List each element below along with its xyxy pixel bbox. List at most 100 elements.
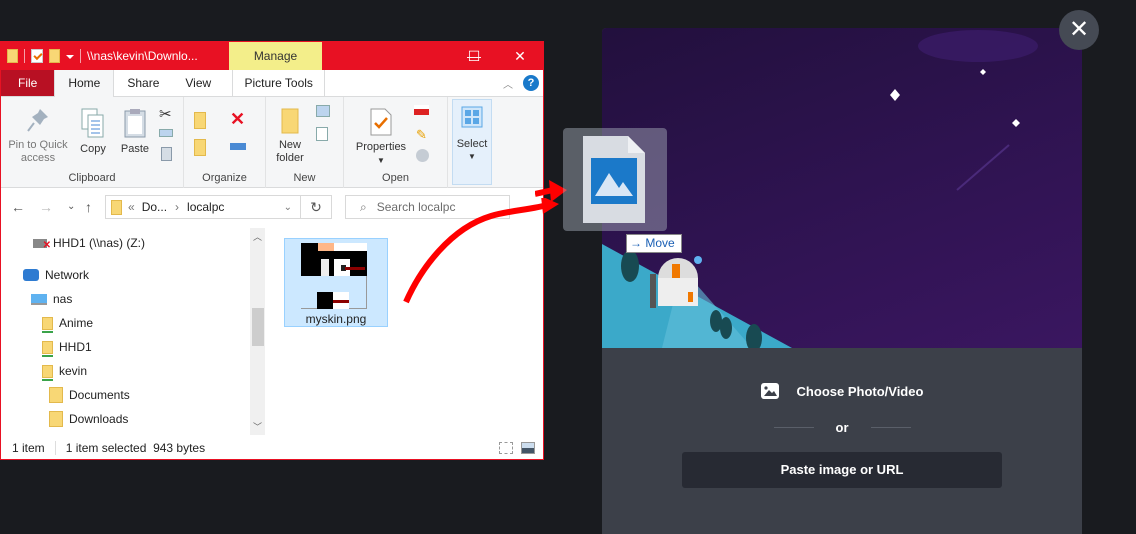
navigation-pane-scrollbar[interactable]: ︿ ﹀ <box>250 228 265 435</box>
tab-picture-tools[interactable]: Picture Tools <box>232 70 326 96</box>
copy-path-icon[interactable] <box>159 129 173 137</box>
rename-icon[interactable] <box>230 143 246 150</box>
base-door <box>688 292 693 302</box>
upload-dialog: Choose Photo/Video or Paste image or URL <box>602 28 1082 534</box>
new-folder-icon <box>281 108 299 134</box>
tree-item-network[interactable]: Network <box>23 265 89 285</box>
status-bar: 1 item 1 item selected 943 bytes <box>1 436 543 459</box>
file-name: myskin.png <box>305 312 367 326</box>
tree <box>621 250 639 282</box>
maximize-button[interactable]: ☐ <box>451 42 497 70</box>
file-list: myskin.png <box>266 198 559 435</box>
close-dialog-button[interactable]: ✕ <box>1059 10 1099 50</box>
new-item-icon[interactable] <box>316 105 330 117</box>
history-icon[interactable] <box>416 149 429 162</box>
tree-item-hhd1[interactable]: HHD1 <box>42 337 92 357</box>
paste-button[interactable]: Paste <box>117 107 153 156</box>
properties-dropdown-icon: ▼ <box>377 156 385 165</box>
copy-button[interactable]: Copy <box>75 107 111 156</box>
tree-item-anime[interactable]: Anime <box>42 313 93 333</box>
tree-label: nas <box>53 292 73 306</box>
item-count: 1 item <box>12 440 45 455</box>
open-with-icon[interactable] <box>414 105 429 115</box>
shooting-star <box>956 144 1010 191</box>
easy-access-icon[interactable] <box>316 127 328 141</box>
recent-locations-button[interactable]: ⌄ <box>67 201 75 212</box>
tree-item-documents[interactable]: Documents <box>49 385 130 405</box>
breadcrumb-separator[interactable]: › <box>175 200 179 214</box>
edit-icon[interactable]: ✎ <box>416 127 427 143</box>
back-button[interactable]: ← <box>11 199 25 215</box>
red-arrow-annotation <box>403 198 559 304</box>
organize-group-label: Organize <box>202 172 247 184</box>
close-button[interactable]: ✕ <box>497 42 543 70</box>
star <box>980 69 986 75</box>
refresh-button[interactable]: ↻ <box>301 195 332 219</box>
select-label: Select <box>456 138 488 150</box>
window-title: \\nas\kevin\Downlo... <box>87 49 198 63</box>
copy-icon <box>81 108 104 138</box>
select-icon <box>461 106 483 128</box>
organize-group: ✕ Organize <box>184 97 266 188</box>
delete-icon[interactable]: ✕ <box>230 109 245 130</box>
properties-quick-icon[interactable] <box>31 49 43 63</box>
tree-label: Network <box>45 268 90 282</box>
new-folder-quick-icon[interactable] <box>49 49 60 63</box>
computer-icon <box>31 293 47 305</box>
illustration-sky <box>602 28 1082 352</box>
customize-dropdown-icon[interactable] <box>66 55 74 59</box>
cut-icon[interactable]: ✂ <box>159 105 172 123</box>
help-icon[interactable]: ? <box>523 75 539 91</box>
collapse-ribbon-icon[interactable]: ︿ <box>503 76 513 91</box>
paste-shortcut-icon[interactable] <box>161 147 172 161</box>
tree-item-downloads[interactable]: Downloads <box>49 409 128 429</box>
paste-image-or-url-button[interactable]: Paste image or URL <box>682 452 1002 488</box>
divider-line <box>773 427 814 428</box>
folder-icon <box>111 199 122 215</box>
nebula <box>918 30 1038 62</box>
copy-to-icon[interactable] <box>194 139 206 156</box>
network-folder-icon <box>42 364 53 381</box>
scroll-up-icon[interactable]: ︿ <box>253 230 262 243</box>
address-dropdown-icon[interactable]: ⌄ <box>284 202 292 213</box>
choose-label: Choose Photo/Video <box>796 383 924 399</box>
pin-to-quick-access-button[interactable]: Pin to Quick access <box>5 107 71 165</box>
scrollbar-thumb[interactable] <box>252 308 264 346</box>
properties-button[interactable]: Properties ▼ <box>352 107 410 167</box>
new-folder-button[interactable]: New folder <box>272 107 308 165</box>
breadcrumb-downloads[interactable]: Do... <box>142 200 167 214</box>
tree-label: Documents <box>69 388 130 402</box>
tab-share[interactable]: Share <box>114 70 172 96</box>
ribbon: Pin to Quick access Copy Paste ✂ Clipboa… <box>1 97 543 188</box>
tab-file[interactable]: File <box>1 70 55 96</box>
ribbon-tabs: File Home Share View Picture Tools ︿ ? <box>1 70 543 97</box>
tree <box>720 317 732 339</box>
tab-home[interactable]: Home <box>54 70 115 97</box>
choose-photo-video-button[interactable]: Choose Photo/Video <box>602 383 1082 399</box>
address-overflow[interactable]: « <box>128 200 135 214</box>
forward-button[interactable]: → <box>39 199 53 215</box>
file-item[interactable]: myskin.png <box>284 238 388 327</box>
tree-item-hhd1-drive[interactable]: ✕ HHD1 (\\nas) (Z:) <box>33 233 145 253</box>
breadcrumb-localpc[interactable]: localpc <box>187 200 224 214</box>
quick-access-toolbar <box>1 49 81 63</box>
large-icons-view-icon[interactable] <box>521 441 535 454</box>
details-view-icon[interactable] <box>499 441 513 454</box>
up-button[interactable]: ↑ <box>85 199 92 215</box>
file-explorer-window: \\nas\kevin\Downlo... Manage — ☐ ✕ File … <box>0 41 559 460</box>
folder-icon <box>7 49 18 63</box>
address-bar[interactable]: « Do... › localpc ⌄ <box>105 195 301 219</box>
folder-icon <box>49 387 63 403</box>
clipboard-group: Pin to Quick access Copy Paste ✂ Clipboa… <box>1 97 184 188</box>
select-button[interactable]: Select ▼ <box>452 99 492 185</box>
tab-view[interactable]: View <box>172 70 224 96</box>
tree-item-kevin[interactable]: kevin <box>42 361 87 381</box>
separator <box>24 49 25 63</box>
file-thumbnail <box>301 243 367 309</box>
scroll-down-icon[interactable]: ﹀ <box>253 420 262 433</box>
tree-item-nas[interactable]: nas <box>31 289 72 309</box>
network-icon <box>23 269 39 281</box>
observatory-door <box>672 264 680 278</box>
move-to-icon[interactable] <box>194 112 206 129</box>
telescope-lens <box>694 256 702 264</box>
